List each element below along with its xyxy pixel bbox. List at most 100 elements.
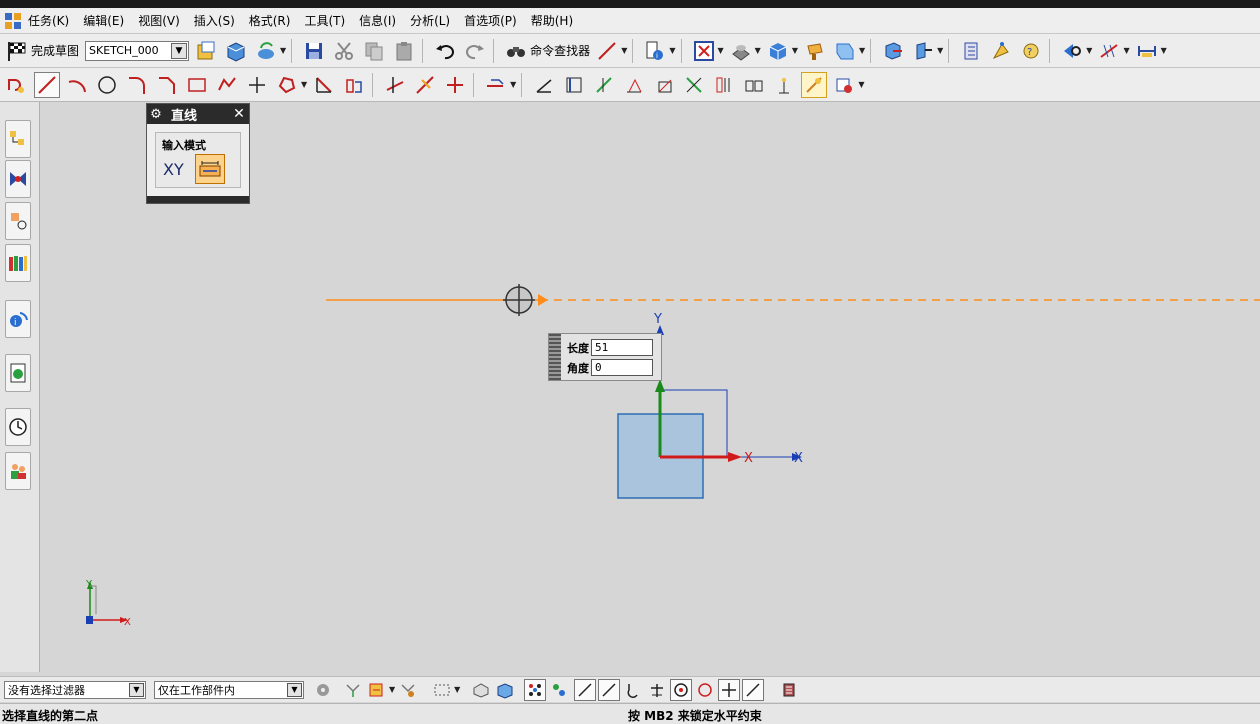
snap-control-point-button[interactable] xyxy=(622,679,644,701)
snap-intersection-button[interactable] xyxy=(646,679,668,701)
render-style-button[interactable] xyxy=(728,38,754,64)
info-button[interactable]: i xyxy=(642,38,668,64)
snap-mid-point-button[interactable] xyxy=(598,678,621,701)
update-model-button[interactable] xyxy=(253,38,279,64)
line-tool-button[interactable] xyxy=(594,38,620,64)
undo-button[interactable] xyxy=(432,38,458,64)
gear-icon[interactable]: ⚙ xyxy=(147,107,165,122)
menu-edit[interactable]: 编辑(E) xyxy=(83,12,124,29)
quick-extend-button[interactable] xyxy=(412,72,438,98)
derived-lines-button[interactable] xyxy=(483,72,509,98)
alternate-solution-button[interactable] xyxy=(831,72,857,98)
chevron-down-icon[interactable]: ▼ xyxy=(621,46,627,55)
menu-help[interactable]: 帮助(H) xyxy=(531,12,573,29)
part-navigator-tab[interactable] xyxy=(5,202,31,240)
drag-handle[interactable] xyxy=(549,334,561,380)
chevron-down-icon[interactable]: ▼ xyxy=(287,682,302,697)
roles-tab[interactable] xyxy=(5,452,31,490)
select-solid-button[interactable] xyxy=(470,679,492,701)
wcs-orient-button[interactable] xyxy=(880,38,906,64)
snap-existing-point-button[interactable] xyxy=(718,678,741,701)
snap-end-point-button[interactable] xyxy=(574,678,597,701)
circle-button[interactable] xyxy=(94,72,120,98)
menu-preferences[interactable]: 首选项(P) xyxy=(464,12,517,29)
menu-insert[interactable]: 插入(S) xyxy=(194,12,235,29)
filter-settings-button[interactable] xyxy=(312,679,334,701)
chevron-down-icon[interactable]: ▼ xyxy=(129,682,144,697)
reuse-library-tab[interactable] xyxy=(5,244,31,282)
line-dialog-header[interactable]: ⚙ 直线 ✕ xyxy=(147,104,249,124)
fillet-button[interactable] xyxy=(124,72,150,98)
chevron-down-icon[interactable]: ▼ xyxy=(937,46,943,55)
save-button[interactable] xyxy=(301,38,327,64)
chevron-down-icon[interactable]: ▼ xyxy=(1161,46,1167,55)
chevron-down-icon[interactable]: ▼ xyxy=(1123,46,1129,55)
finish-sketch-button[interactable]: 完成草图 xyxy=(6,40,79,62)
show-all-constraints-button[interactable] xyxy=(681,72,707,98)
close-icon[interactable]: ✕ xyxy=(229,106,249,122)
menu-analysis[interactable]: 分析(L) xyxy=(410,12,450,29)
menu-format[interactable]: 格式(R) xyxy=(249,12,291,29)
type-filter-select[interactable]: 没有选择过滤器 ▼ xyxy=(4,680,146,699)
box-select-button[interactable] xyxy=(431,679,453,701)
chevron-down-icon[interactable]: ▼ xyxy=(859,46,865,55)
inferred-dimension-button[interactable] xyxy=(561,72,587,98)
rectangle-button[interactable] xyxy=(184,72,210,98)
line-button[interactable] xyxy=(34,71,60,98)
feature-intent-button[interactable] xyxy=(366,679,388,701)
snap-grid-button[interactable] xyxy=(1096,38,1122,64)
continuous-auto-dimension-button[interactable] xyxy=(801,71,828,98)
app-menu-icon[interactable] xyxy=(4,12,22,30)
fit-view-button[interactable] xyxy=(691,38,717,64)
chevron-down-icon[interactable]: ▼ xyxy=(669,46,675,55)
studio-spline-button[interactable] xyxy=(274,72,300,98)
cut-button[interactable] xyxy=(331,38,357,64)
length-input[interactable]: 51 xyxy=(591,339,653,356)
history-tab[interactable] xyxy=(5,408,31,446)
constraint-horizontal-button[interactable] xyxy=(591,72,617,98)
chevron-down-icon[interactable]: ▼ xyxy=(792,46,798,55)
chevron-down-icon[interactable]: ▼ xyxy=(301,80,307,89)
profile-button[interactable] xyxy=(4,72,30,98)
layer-settings-button[interactable] xyxy=(958,38,984,64)
xy-mode-button[interactable]: XY xyxy=(163,160,184,179)
selection-scope-select[interactable]: 仅在工作部件内 ▼ xyxy=(154,680,304,699)
chevron-down-icon[interactable]: ▼ xyxy=(718,46,724,55)
chevron-down-icon[interactable]: ▼ xyxy=(454,685,460,694)
chevron-down-icon[interactable]: ▼ xyxy=(171,42,188,59)
chevron-down-icon[interactable]: ▼ xyxy=(510,80,516,89)
analysis-button[interactable]: ? xyxy=(1018,38,1044,64)
layer-filter-button[interactable] xyxy=(778,679,800,701)
dimension-button[interactable] xyxy=(1134,38,1160,64)
history-palette-tab[interactable] xyxy=(5,354,31,392)
chevron-down-icon[interactable]: ▼ xyxy=(755,46,761,55)
constraint-perpendicular-button[interactable] xyxy=(621,72,647,98)
menu-tools[interactable]: 工具(T) xyxy=(304,12,345,29)
command-finder-button[interactable]: 命令查找器 xyxy=(505,40,590,62)
paste-button[interactable] xyxy=(391,38,417,64)
constraint-navigator-tab[interactable] xyxy=(5,160,31,198)
chamfer-button[interactable] xyxy=(154,72,180,98)
chevron-down-icon[interactable]: ▼ xyxy=(858,80,864,89)
snap-intent-button[interactable] xyxy=(397,679,419,701)
sketch-orient-button[interactable] xyxy=(193,38,219,64)
snap-point-on-curve-button[interactable] xyxy=(742,678,765,701)
wcs-dynamic-button[interactable] xyxy=(910,38,936,64)
show-hide-button[interactable] xyxy=(832,38,858,64)
constraint-parallel-button[interactable] xyxy=(651,72,677,98)
quick-trim-button[interactable] xyxy=(382,72,408,98)
redo-button[interactable] xyxy=(462,38,488,64)
show-no-constraints-button[interactable] xyxy=(711,72,737,98)
polygon-button[interactable] xyxy=(214,72,240,98)
menu-information[interactable]: 信息(I) xyxy=(359,12,396,29)
selection-intent-button[interactable] xyxy=(1059,38,1085,64)
measure-distance-button[interactable] xyxy=(988,38,1014,64)
reattach-button[interactable] xyxy=(223,38,249,64)
snap-endpoint-button[interactable] xyxy=(524,678,547,701)
point-button[interactable] xyxy=(244,72,270,98)
chevron-down-icon[interactable]: ▼ xyxy=(280,46,286,55)
offset-curve-button[interactable] xyxy=(311,72,337,98)
animate-dimension-button[interactable] xyxy=(741,72,767,98)
arc-button[interactable] xyxy=(64,72,90,98)
sketch-name-select[interactable]: SKETCH_000 ▼ xyxy=(85,40,190,61)
